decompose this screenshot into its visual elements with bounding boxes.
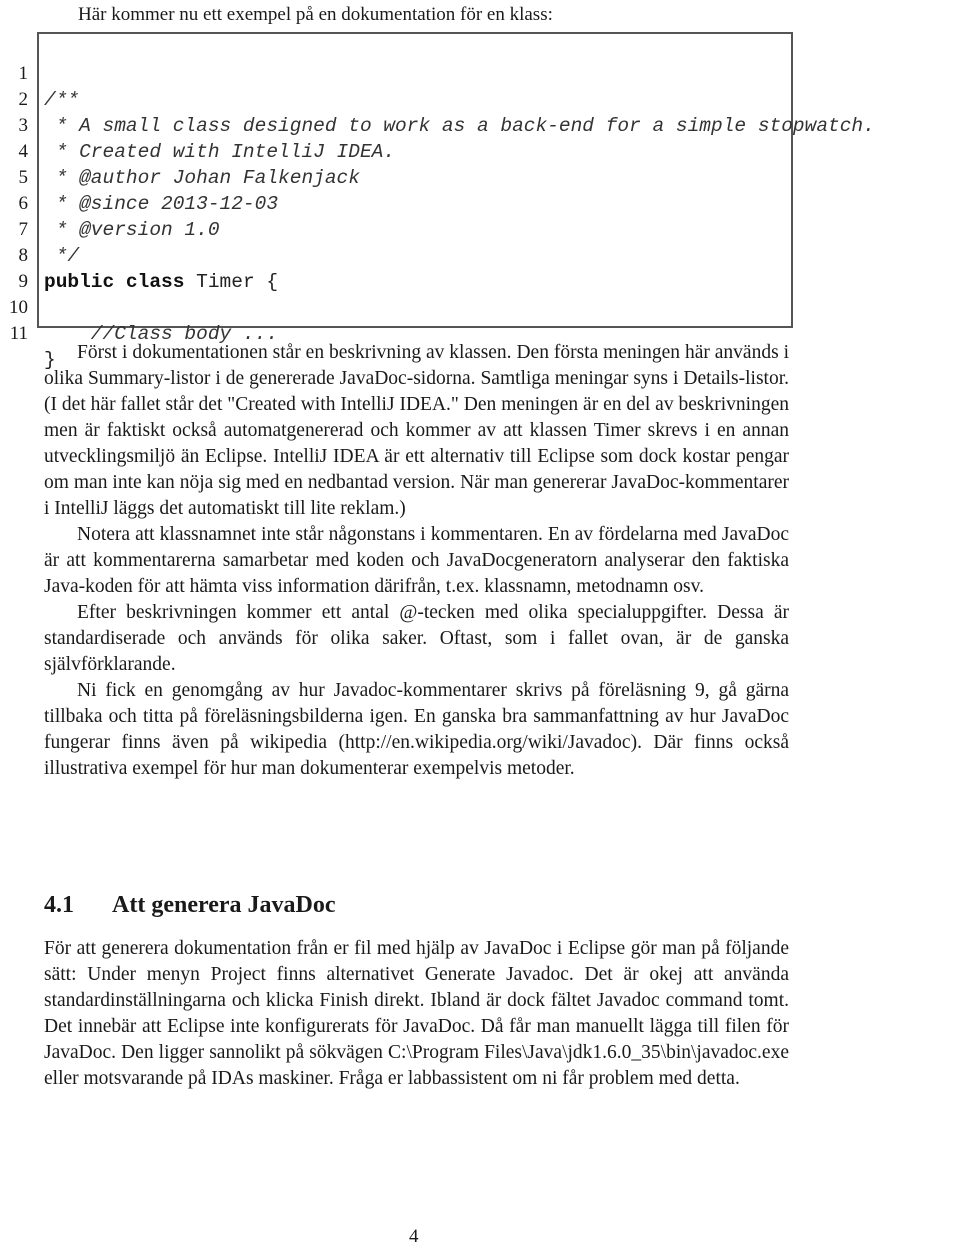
paragraph: Efter beskrivningen kommer ett antal @-t… (44, 602, 789, 675)
line-number: 11 (9, 323, 28, 344)
paragraph: Notera att klassnamnet inte står någonst… (44, 524, 789, 597)
page-number: 4 (409, 1226, 419, 1247)
code-text: * @author Johan Falkenjack (44, 167, 360, 189)
code-line: 9 (0, 243, 29, 292)
body-text: Först i dokumentationen står en beskrivn… (44, 340, 789, 782)
paragraph: Först i dokumentationen står en beskrivn… (44, 342, 789, 519)
paragraph: Ni fick en genomgång av hur Javadoc-komm… (44, 680, 789, 779)
code-line: 8 public class Timer { (0, 217, 279, 293)
code-line: 10 //Class body ... (0, 269, 278, 345)
code-text: * @since 2013-12-03 (44, 193, 279, 215)
section-title: Att generera JavaDoc (112, 892, 336, 918)
code-line: 4 * @author Johan Falkenjack (0, 113, 360, 189)
code-text: * A small class designed to work as a ba… (44, 115, 875, 137)
code-text: /** (44, 89, 80, 111)
section-body: För att generera dokumentation från er f… (44, 936, 789, 1092)
section-number: 4.1 (44, 892, 74, 918)
code-line: 5 * @since 2013-12-03 (0, 139, 279, 215)
code-line: 1 /** (0, 35, 80, 111)
code-line: 7 */ (0, 191, 80, 267)
code-line: 6 * @version 1.0 (0, 165, 220, 241)
code-text: * Created with IntelliJ IDEA. (44, 141, 396, 163)
code-text: * @version 1.0 (44, 219, 220, 241)
code-keyword: public class (44, 271, 185, 293)
code-line: 2 * A small class designed to work as a … (0, 61, 875, 137)
paragraph: För att generera dokumentation från er f… (44, 938, 789, 1089)
code-line: 11 } (0, 295, 56, 371)
code-line: 3 * Created with IntelliJ IDEA. (0, 87, 396, 163)
section-heading: 4.1 Att generera JavaDoc (44, 892, 335, 919)
intro-sentence: Här kommer nu ett exempel på en dokument… (78, 4, 553, 25)
code-text: */ (44, 245, 80, 267)
code-text: Timer { (184, 271, 279, 293)
